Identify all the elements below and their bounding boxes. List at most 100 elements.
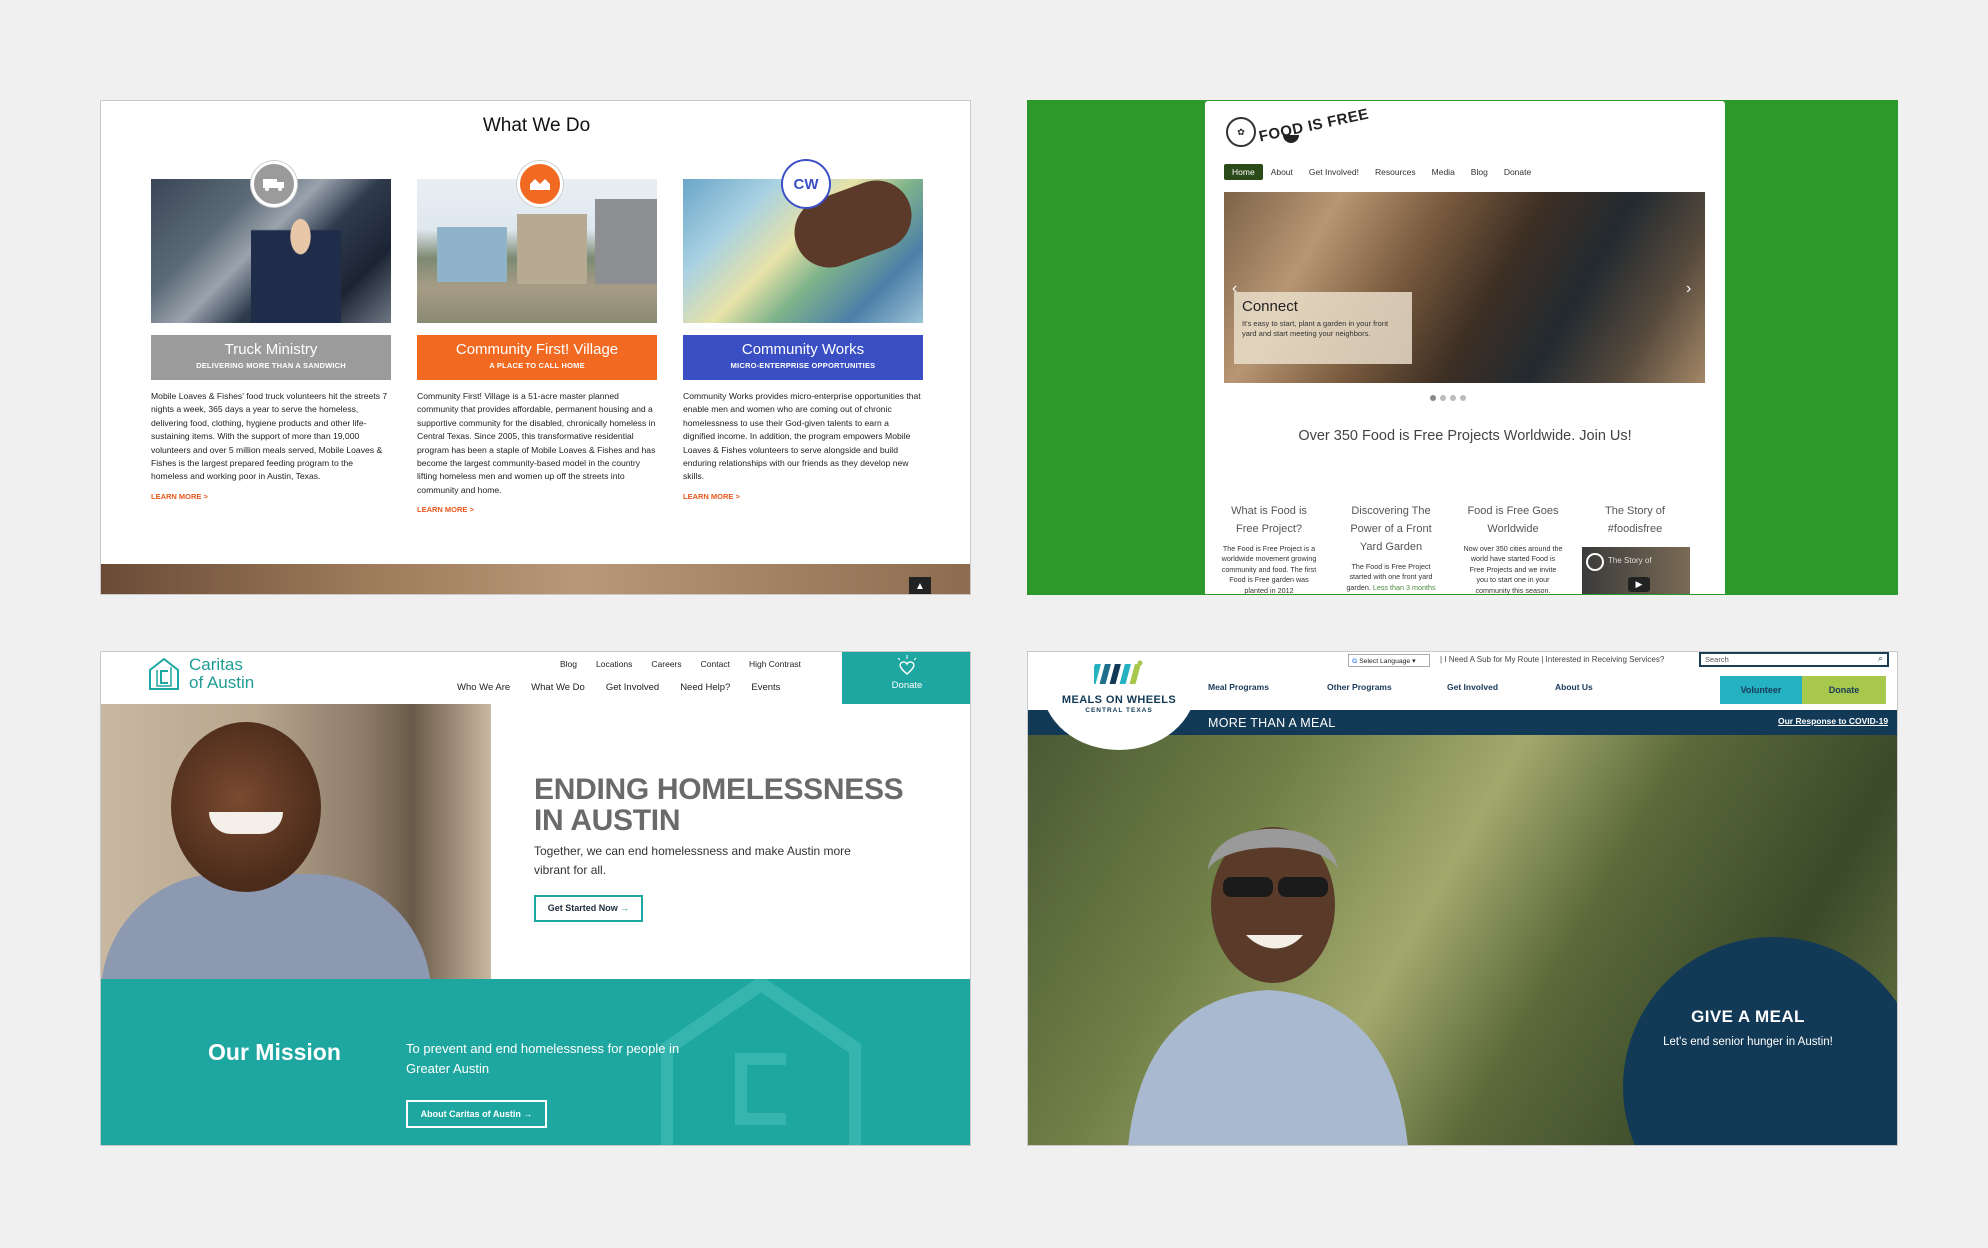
program-title: Community Works (741, 341, 865, 358)
feature-body: Now over 350 cities around the world hav… (1463, 544, 1563, 595)
hero-photo (101, 704, 491, 994)
program-title-bar: Community Works MICRO-ENTERPRISE OPPORTU… (683, 335, 923, 380)
google-g-icon: G (1352, 658, 1358, 665)
search-placeholder: Search (1705, 655, 1729, 664)
learn-more-link[interactable]: LEARN MORE > (417, 505, 657, 514)
covid-link[interactable]: Our Response to COVID-19 (1778, 716, 1888, 726)
give-subtitle: Let's end senior hunger in Austin! (1663, 1036, 1833, 1048)
nav-what-we-do[interactable]: What We Do (531, 682, 585, 693)
program-title: Truck Ministry (224, 341, 318, 358)
nav-get-involved[interactable]: Get Involved! (1301, 164, 1367, 180)
learn-more-link[interactable]: LEARN MORE > (151, 492, 391, 501)
logo-icon[interactable]: ✿ (1226, 117, 1256, 147)
donate-button[interactable]: Donate (1802, 676, 1886, 704)
feature-title[interactable]: The Story of #foodisfree (1585, 502, 1685, 538)
smile-icon (1283, 135, 1299, 143)
donate-button[interactable]: Donate (842, 652, 970, 704)
main-nav: Meal Programs Other Programs Get Involve… (1208, 682, 1593, 692)
feature-column: Discovering The Power of a Front Yard Ga… (1341, 502, 1441, 593)
program-description: Community Works provides micro-enterpris… (683, 391, 921, 482)
program-card-village: Community First! Village A PLACE TO CALL… (417, 161, 657, 514)
program-description: Community First! Village is a 51-acre ma… (417, 391, 656, 495)
util-locations[interactable]: Locations (596, 659, 632, 669)
language-label: Select Language (1359, 658, 1411, 665)
utility-links[interactable]: | I Need A Sub for My Route | Interested… (1440, 655, 1664, 664)
slide-caption: Connect It's easy to start, plant a gard… (1234, 292, 1412, 364)
nav-other-programs[interactable]: Other Programs (1327, 682, 1447, 692)
nav-need-help[interactable]: Need Help? (680, 682, 730, 693)
play-icon[interactable]: ▶ (1628, 577, 1650, 592)
nav-get-involved[interactable]: Get Involved (606, 682, 659, 693)
get-started-button[interactable]: Get Started Now → (534, 895, 643, 922)
slide-heading: Connect (1242, 298, 1298, 315)
feature-title[interactable]: Discovering The Power of a Front Yard Ga… (1341, 502, 1441, 556)
caritas-logo[interactable]: Caritas of Austin (189, 656, 254, 692)
donate-label: Donate (891, 680, 923, 691)
food-is-free-screenshot: ✿ FOOD IS FREE Home About Get Involved! … (1027, 100, 1898, 595)
search-icon[interactable]: ⌕ (1878, 653, 1883, 664)
channel-icon (1586, 553, 1604, 571)
nav-home[interactable]: Home (1224, 164, 1263, 180)
section-title: What We Do (482, 115, 591, 136)
meals-on-wheels-logo-icon (1094, 660, 1143, 684)
program-title-bar: Community First! Village A PLACE TO CALL… (417, 335, 657, 380)
slider-dot[interactable] (1430, 395, 1436, 401)
caritas-screenshot: Caritas of Austin Blog Locations Careers… (100, 651, 971, 1146)
arrow-right-icon: → (620, 903, 630, 913)
nav-resources[interactable]: Resources (1367, 164, 1424, 180)
feature-title[interactable]: What is Food is Free Project? (1219, 502, 1319, 538)
get-started-label: Get Started Now (547, 903, 618, 913)
util-contact[interactable]: Contact (701, 659, 730, 669)
nav-meal-programs[interactable]: Meal Programs (1208, 682, 1327, 692)
volunteer-button[interactable]: Volunteer (1720, 676, 1802, 704)
hero-title-line-2: IN AUSTIN (534, 804, 681, 837)
footer-image-strip (101, 564, 970, 594)
mission-title: Our Mission (208, 1039, 341, 1065)
feature-column: Food is Free Goes Worldwide Now over 350… (1463, 502, 1563, 595)
logo-line-1: Caritas (189, 655, 243, 674)
what-we-do-screenshot: What We Do Truck Ministry DELIVERING MOR… (100, 100, 971, 595)
util-careers[interactable]: Careers (651, 659, 681, 669)
feature-body: The Food is Free Project started with on… (1341, 562, 1441, 593)
logo-line-2: CENTRAL TEXAS (1085, 707, 1153, 714)
util-blog[interactable]: Blog (560, 659, 577, 669)
caritas-logo-icon[interactable] (149, 658, 179, 690)
program-subtitle: DELIVERING MORE THAN A SANDWICH (196, 361, 346, 370)
nav-get-involved[interactable]: Get Involved (1447, 682, 1555, 692)
feature-title[interactable]: Food is Free Goes Worldwide (1463, 502, 1563, 538)
slider-dot[interactable] (1450, 395, 1456, 401)
nav-who-we-are[interactable]: Who We Are (457, 682, 510, 693)
site-logo[interactable]: FOOD IS FREE (1257, 106, 1370, 146)
nav-events[interactable]: Events (751, 682, 780, 693)
nav-blog[interactable]: Blog (1463, 164, 1496, 180)
search-input[interactable]: Search ⌕ (1699, 652, 1889, 667)
village-icon (517, 161, 563, 207)
learn-more-link[interactable]: LEARN MORE > (683, 492, 923, 501)
cw-icon: CW (783, 161, 829, 207)
photo-shirt (101, 874, 431, 994)
main-nav: Home About Get Involved! Resources Media… (1224, 164, 1539, 180)
nav-about-us[interactable]: About Us (1555, 682, 1593, 692)
feature-link[interactable]: Less than 3 months (1373, 583, 1436, 592)
heart-lightbulb-icon (897, 655, 917, 675)
hero-slider[interactable]: ‹ › Connect It's easy to start, plant a … (1224, 192, 1705, 383)
nav-media[interactable]: Media (1424, 164, 1463, 180)
nav-donate[interactable]: Donate (1496, 164, 1539, 180)
util-high-contrast[interactable]: High Contrast (749, 659, 801, 669)
slider-dot[interactable] (1440, 395, 1446, 401)
photo-smile (209, 812, 283, 834)
main-nav: Who We Are What We Do Get Involved Need … (457, 682, 780, 693)
hero-subtitle: Together, we can end homelessness and ma… (534, 844, 851, 877)
program-card-works: CW Community Works MICRO-ENTERPRISE OPPO… (683, 161, 923, 501)
join-banner: Over 350 Food is Free Projects Worldwide… (1298, 428, 1632, 444)
slider-next-icon[interactable]: › (1686, 280, 1691, 298)
meals-on-wheels-screenshot: G Select Language ▾ | I Need A Sub for M… (1027, 651, 1898, 1146)
nav-about[interactable]: About (1263, 164, 1301, 180)
about-caritas-button[interactable]: About Caritas of Austin → (406, 1100, 547, 1128)
feature-body: The Food is Free Project is a worldwide … (1221, 544, 1317, 595)
language-select[interactable]: G Select Language ▾ (1348, 654, 1430, 667)
scroll-top-button[interactable]: ▲ (909, 577, 931, 594)
video-thumbnail[interactable]: The Story of ▶ (1582, 547, 1690, 594)
slider-dot[interactable] (1460, 395, 1466, 401)
program-title: Community First! Village (455, 341, 619, 358)
